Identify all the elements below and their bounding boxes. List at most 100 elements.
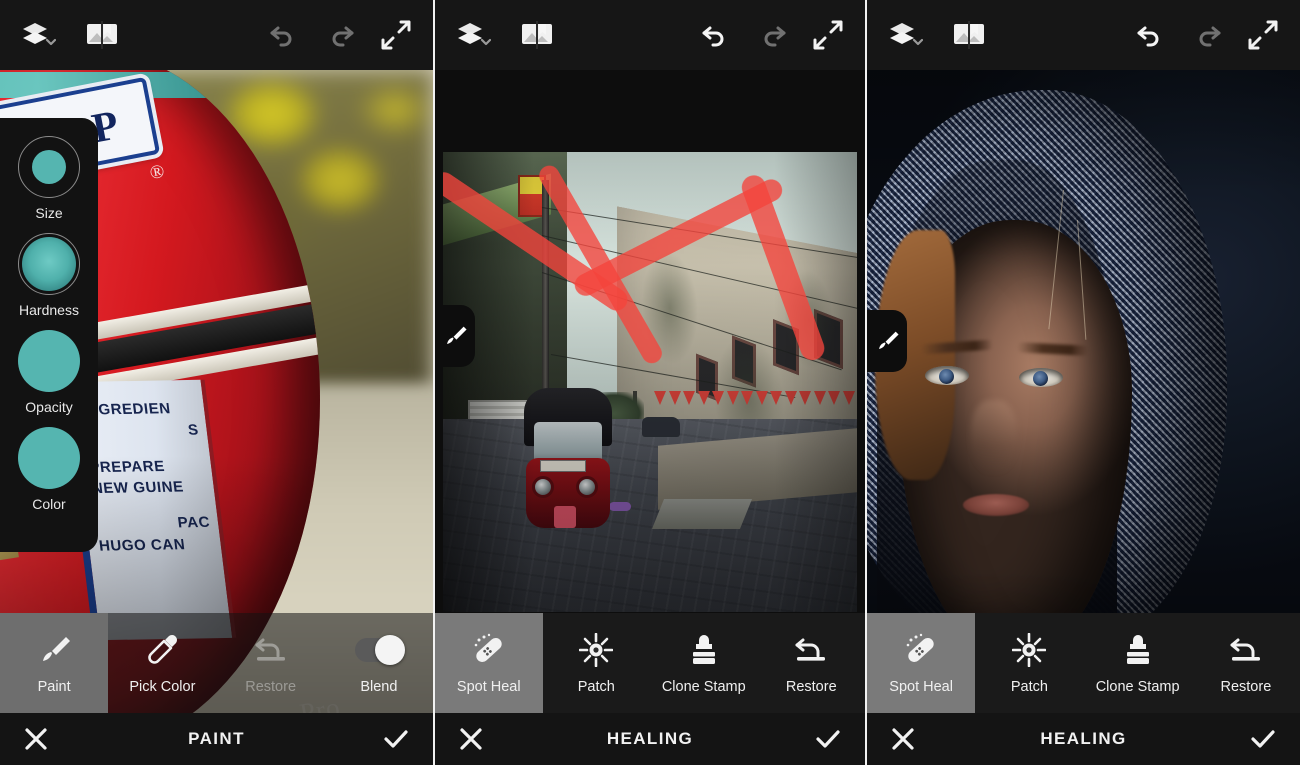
stamp-icon: [688, 631, 720, 669]
eye-left: [925, 366, 969, 385]
brush-setting-hardness[interactable]: Hardness: [0, 233, 98, 318]
can-top-band: [0, 72, 320, 98]
tool-label: Patch: [1011, 679, 1048, 695]
redo-icon[interactable]: [325, 22, 355, 48]
tool-restore[interactable]: Restore: [217, 613, 325, 713]
add-image-icon[interactable]: [86, 21, 118, 49]
ingredient-line: PREPARE: [88, 455, 204, 479]
redo-icon[interactable]: [757, 22, 787, 48]
tool-pick-color[interactable]: Pick Color: [108, 613, 216, 713]
ingredient-line: PAC: [95, 512, 211, 536]
brush-tab-handle[interactable]: [435, 305, 475, 367]
stamp-icon: [1122, 631, 1154, 669]
cancel-button[interactable]: [24, 727, 48, 751]
restore-icon: [793, 631, 829, 669]
healing-panel-portrait: Spot Heal Patch: [867, 0, 1300, 765]
add-image-icon[interactable]: [521, 21, 553, 49]
tool-spot-heal[interactable]: Spot Heal: [867, 613, 975, 713]
ingredient-line: HUGO CAN: [98, 534, 214, 558]
tool-label: Patch: [578, 679, 615, 695]
layers-icon[interactable]: [457, 20, 491, 50]
restore-icon: [1228, 631, 1264, 669]
fullscreen-icon[interactable]: [1248, 20, 1278, 50]
bunting-flags: [650, 391, 857, 417]
tool-spot-heal[interactable]: Spot Heal: [435, 613, 543, 713]
tool-patch[interactable]: Patch: [975, 613, 1083, 713]
brush-icon: [36, 631, 72, 669]
parked-car: [642, 417, 680, 437]
cancel-button[interactable]: [459, 727, 483, 751]
paint-topbar: [0, 0, 433, 70]
eyedropper-icon: [145, 631, 179, 669]
paint-actionbar: PAINT: [0, 713, 433, 765]
brush-setting-label: Size: [35, 205, 62, 221]
bandage-icon: [902, 631, 940, 669]
healing-toolstrip-street: Spot Heal Patch: [435, 613, 865, 713]
layers-icon[interactable]: [22, 20, 56, 50]
patch-starburst-icon: [1012, 631, 1046, 669]
toggle-knob: [375, 635, 405, 665]
cancel-button[interactable]: [891, 727, 915, 751]
registered-mark: ®: [148, 161, 166, 185]
three-panel-screenshot: BEEF P ® T 200g M ® INGREDIEN S: [0, 0, 1300, 765]
brush-settings-flyout: Size Hardness Opacity Color: [0, 118, 98, 552]
paint-toolstrip: Paint Pick Color: [0, 613, 433, 713]
healing-actionbar-portrait: HEALING: [867, 713, 1300, 765]
tool-label: Paint: [38, 679, 71, 695]
tool-label: Spot Heal: [457, 679, 521, 695]
hardness-ring-icon: [18, 233, 80, 295]
brush-setting-label: Hardness: [19, 302, 79, 318]
undo-icon[interactable]: [1136, 22, 1166, 48]
layers-icon[interactable]: [889, 20, 923, 50]
healing-topbar-portrait: [867, 0, 1300, 70]
brush-setting-opacity[interactable]: Opacity: [0, 330, 98, 415]
healing-panel-street: Spot Heal Patch: [433, 0, 867, 765]
tool-clone-stamp[interactable]: Clone Stamp: [650, 613, 758, 713]
add-image-icon[interactable]: [953, 21, 985, 49]
tool-restore[interactable]: Restore: [1192, 613, 1300, 713]
nose: [971, 400, 1017, 476]
brush-setting-label: Color: [32, 496, 65, 512]
confirm-button[interactable]: [815, 727, 841, 751]
tool-label: Restore: [245, 679, 296, 695]
tool-label: Clone Stamp: [1096, 679, 1180, 695]
tool-restore[interactable]: Restore: [758, 613, 866, 713]
mode-title: PAINT: [0, 729, 433, 749]
opacity-dot-icon: [18, 330, 80, 392]
paint-panel: BEEF P ® T 200g M ® INGREDIEN S: [0, 0, 433, 765]
mode-title: HEALING: [867, 729, 1300, 749]
healing-actionbar-street: HEALING: [435, 713, 865, 765]
tool-label: Spot Heal: [889, 679, 953, 695]
bandage-icon: [470, 631, 508, 669]
brush-setting-color[interactable]: Color: [0, 427, 98, 512]
tool-label: Blend: [360, 679, 397, 695]
confirm-button[interactable]: [383, 727, 409, 751]
tool-clone-stamp[interactable]: Clone Stamp: [1084, 613, 1192, 713]
tool-paint[interactable]: Paint: [0, 613, 108, 713]
tool-blend[interactable]: Blend: [325, 613, 433, 713]
patch-starburst-icon: [579, 631, 613, 669]
ingredient-line: NEW GUINE: [91, 476, 207, 500]
brush-setting-size[interactable]: Size: [0, 136, 98, 221]
eye-right: [1019, 368, 1063, 387]
tool-label: Restore: [1220, 679, 1271, 695]
fullscreen-icon[interactable]: [813, 20, 843, 50]
healing-toolstrip-portrait: Spot Heal Patch: [867, 613, 1300, 713]
tool-label: Clone Stamp: [662, 679, 746, 695]
size-ring-icon: [18, 136, 80, 198]
tool-label: Pick Color: [129, 679, 195, 695]
ingredient-line: INGREDIEN: [81, 398, 197, 422]
healing-topbar-street: [435, 0, 865, 70]
lips: [963, 494, 1029, 516]
undo-icon[interactable]: [269, 22, 299, 48]
brush-tab-handle[interactable]: [867, 310, 907, 372]
fullscreen-icon[interactable]: [381, 20, 411, 50]
manhole-cover: [652, 499, 752, 529]
redo-icon[interactable]: [1192, 22, 1222, 48]
undo-icon[interactable]: [701, 22, 731, 48]
mode-title: HEALING: [435, 729, 865, 749]
blend-toggle-switch[interactable]: [355, 631, 403, 669]
tool-patch[interactable]: Patch: [543, 613, 651, 713]
tuk-tuk-vehicle: [518, 388, 618, 538]
confirm-button[interactable]: [1250, 727, 1276, 751]
